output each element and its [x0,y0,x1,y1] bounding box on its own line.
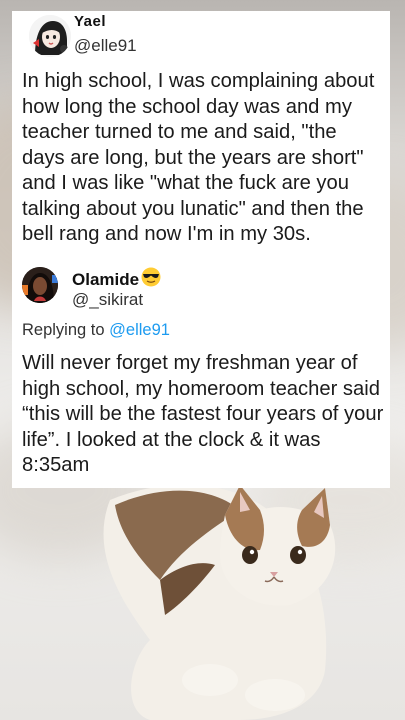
replying-to-line: Replying to @elle91 [22,321,170,339]
reply-text: Will never forget my freshman year of hi… [22,352,384,476]
reply-author-name[interactable]: Olamide [72,267,161,292]
author-handle[interactable]: @elle91 [74,36,137,56]
author-name[interactable]: Yael [74,13,106,30]
tweet-text: In high school, I was complaining about … [22,70,375,245]
cartoon-avatar-icon[interactable] [29,15,71,57]
replying-to-link[interactable]: @elle91 [109,321,170,339]
sunglasses-emoji-icon [141,267,161,292]
reply-author-handle[interactable]: @_sikirat [72,290,143,310]
profile-photo-avatar-icon[interactable] [22,267,58,303]
cat-image [103,484,336,720]
tweet-screenshot-card: Yael @elle91 In high school, I was compl… [12,11,390,488]
